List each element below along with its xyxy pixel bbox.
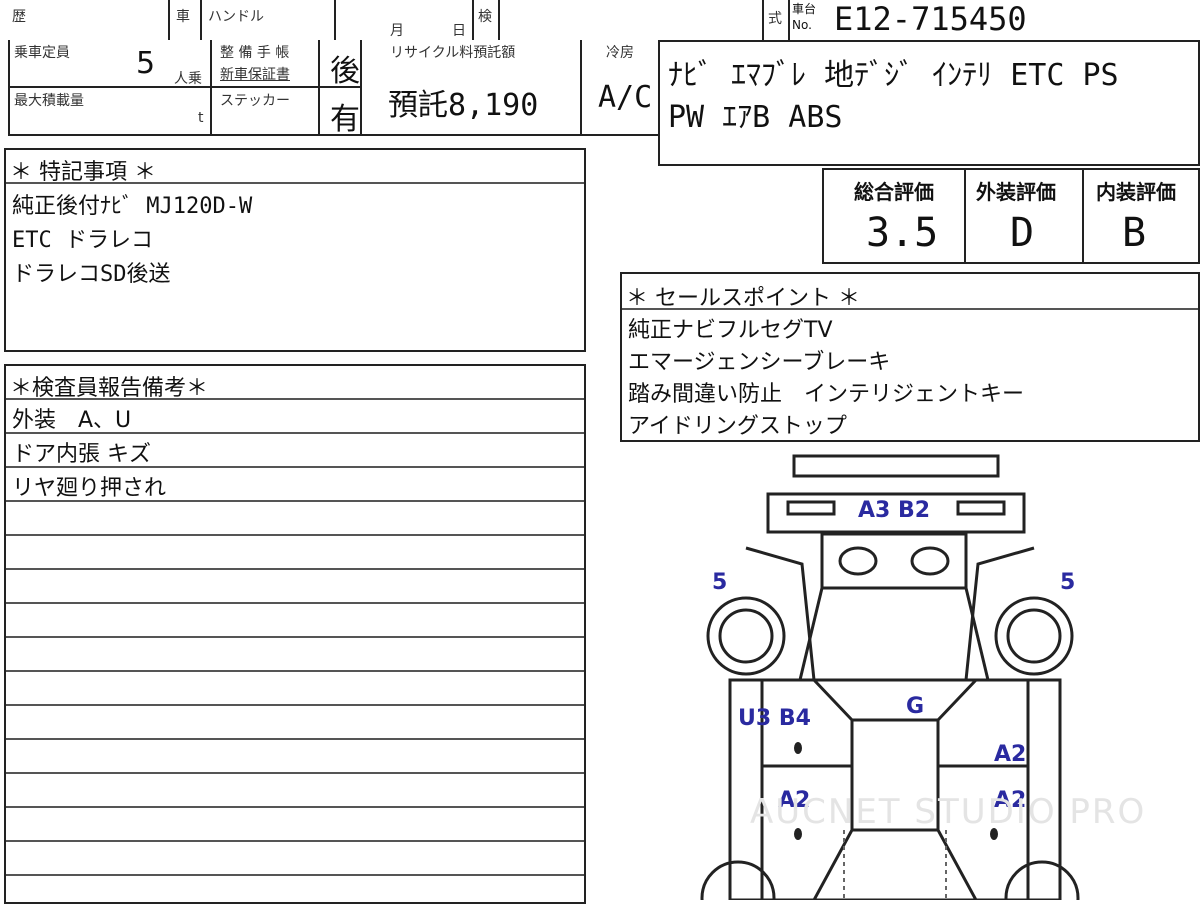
sticker-label: ステッカー bbox=[220, 93, 290, 109]
equipment-line-1: ﾅﾋﾞ ｴﾏﾌﾞﾚ 地ﾃﾞｼﾞ ｲﾝﾃﾘ ETC PS bbox=[668, 58, 1119, 93]
interior-rating-label: 内装評価 bbox=[1096, 180, 1176, 204]
car-label: 車 bbox=[176, 9, 190, 25]
model-label: 式 bbox=[768, 11, 782, 27]
maintenance-label: 整 備 手 帳 bbox=[220, 45, 290, 61]
maintenance-value: 後 bbox=[330, 54, 360, 89]
chassis-number: E12-715450 bbox=[834, 0, 1027, 38]
inspector-note-line: リヤ廻り押され bbox=[12, 476, 167, 501]
day-label: 日 bbox=[452, 23, 466, 39]
sales-point-line: 純正ナビフルセグTV bbox=[628, 318, 833, 343]
watermark: AUCNET STUDIO PRO bbox=[750, 792, 1147, 832]
exterior-rating-value: D bbox=[1010, 210, 1035, 256]
exterior-rating-label: 外装評価 bbox=[976, 180, 1056, 204]
inspector-note-line: ドア内張 キズ bbox=[12, 442, 151, 467]
overall-rating-label: 総合評価 bbox=[854, 180, 934, 204]
capacity-label: 乗車定員 bbox=[14, 45, 70, 61]
sticker-value: 有 bbox=[330, 102, 360, 137]
capacity-value: 5 bbox=[136, 46, 156, 81]
damage-label-front-left: 5 bbox=[712, 570, 728, 595]
max-load-label: 最大積載量 bbox=[14, 93, 84, 109]
sales-point-line: エマージェンシーブレーキ bbox=[628, 350, 891, 375]
equipment-box: ﾅﾋﾞ ｴﾏﾌﾞﾚ 地ﾃﾞｼﾞ ｲﾝﾃﾘ ETC PS PW ｴｱB ABS bbox=[658, 40, 1200, 166]
max-load-unit: t bbox=[198, 110, 204, 126]
equipment-line-2: PW ｴｱB ABS bbox=[668, 100, 843, 135]
sales-point-line: アイドリングストップ bbox=[628, 414, 847, 439]
inspection-label: 検 bbox=[478, 9, 492, 25]
history-label: 歴 bbox=[12, 9, 26, 25]
headlight-right bbox=[910, 546, 950, 576]
cooling-label: 冷房 bbox=[606, 45, 634, 61]
inspector-notes-box: ＊検査員報告備考＊ 外装 A、U ドア内張 キズ リヤ廻り押され bbox=[4, 364, 586, 904]
special-note-line: ETC ドラレコ bbox=[12, 228, 153, 253]
header-row: 歴 車 ハンドル 月 日 検 式 車台 No. E12-715450 bbox=[8, 0, 1200, 42]
recycle-value: 預託8,190 bbox=[388, 88, 539, 123]
headlight-left bbox=[838, 546, 878, 576]
cooling-value: A/C bbox=[598, 80, 653, 115]
capacity-unit: 人乗 bbox=[174, 71, 202, 87]
handle-label: ハンドル bbox=[208, 9, 264, 25]
damage-label-roof: G bbox=[906, 694, 925, 719]
overall-rating-value: 3.5 bbox=[866, 210, 939, 256]
special-notes-box: ＊ 特記事項 ＊ 純正後付ﾅﾋﾞ MJ120D-W ETC ドラレコ ドラレコS… bbox=[4, 148, 586, 352]
sales-points-box: ＊ セールスポイント ＊ 純正ナビフルセグTV エマージェンシーブレーキ 踏み間… bbox=[620, 272, 1200, 442]
specs-table: 乗車定員 5 人乗 最大積載量 t 整 備 手 帳 新車保証書 後 ステッカー … bbox=[8, 40, 660, 137]
damage-label-left-front-door: U3 B4 bbox=[738, 706, 811, 731]
month-label: 月 bbox=[390, 23, 404, 39]
chassis-no-label-2: No. bbox=[792, 18, 812, 32]
damage-label-front-right: 5 bbox=[1060, 570, 1076, 595]
front-bumper bbox=[792, 454, 1000, 478]
chassis-no-label-1: 車台 bbox=[792, 2, 817, 16]
rear-tire-right bbox=[1004, 860, 1080, 900]
ratings-box: 総合評価 3.5 外装評価 D 内装評価 B bbox=[822, 168, 1200, 264]
recycle-label: リサイクル料預託額 bbox=[390, 45, 516, 61]
special-note-line: ドラレコSD後送 bbox=[12, 262, 171, 287]
inspector-note-line: 外装 A、U bbox=[12, 408, 132, 433]
sales-point-line: 踏み間違い防止 インテリジェントキー bbox=[628, 382, 1025, 407]
hood bbox=[820, 532, 968, 590]
warranty-label: 新車保証書 bbox=[220, 67, 290, 83]
damage-label-front-bumper: A3 B2 bbox=[858, 498, 931, 523]
special-note-line: 純正後付ﾅﾋﾞ MJ120D-W bbox=[12, 194, 253, 219]
damage-label-right-front-door: A2 bbox=[994, 742, 1027, 767]
interior-rating-value: B bbox=[1122, 210, 1147, 256]
